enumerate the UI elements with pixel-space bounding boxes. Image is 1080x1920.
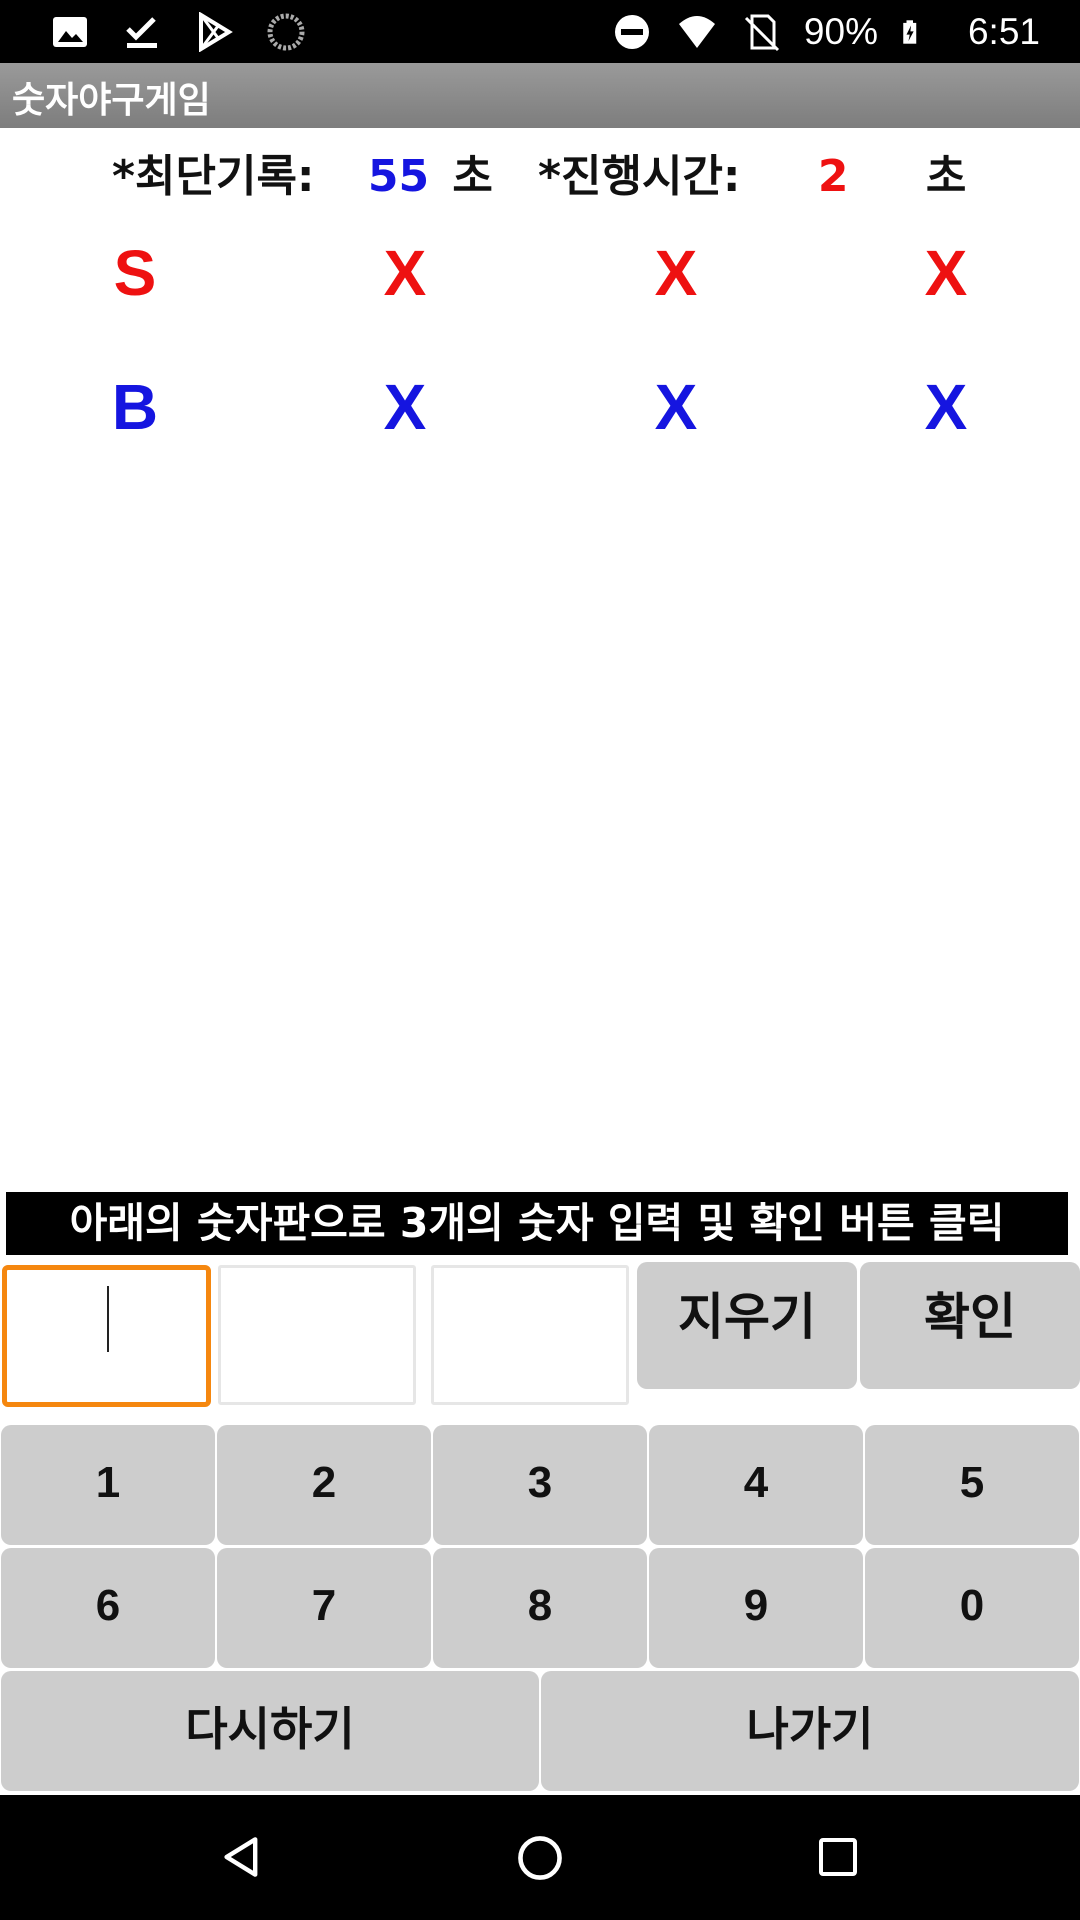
sync-icon	[267, 13, 305, 51]
key-1[interactable]: 1	[1, 1425, 215, 1545]
elapsed-time-unit: 초	[925, 151, 967, 202]
key-4[interactable]: 4	[649, 1425, 863, 1545]
key-2[interactable]: 2	[217, 1425, 431, 1545]
best-record: *최단기록: 55 초	[112, 140, 493, 204]
recents-icon[interactable]	[818, 1837, 858, 1877]
key-9[interactable]: 9	[649, 1548, 863, 1668]
status-bar-right: 90% 6:51	[612, 0, 1040, 63]
home-icon[interactable]	[517, 1835, 563, 1881]
battery-charging-icon	[903, 19, 917, 44]
app-title-bar: 숫자야구게임	[0, 63, 1080, 128]
back-icon[interactable]	[220, 1835, 264, 1879]
wifi-icon	[678, 15, 715, 48]
no-sim-icon	[744, 14, 779, 51]
gallery-icon	[53, 17, 87, 47]
elapsed-time-value: 2	[817, 151, 849, 202]
key-5[interactable]: 5	[865, 1425, 1079, 1545]
best-record-unit: 초	[452, 151, 493, 202]
best-record-value: 55	[367, 151, 430, 202]
status-time: 6:51	[967, 10, 1040, 52]
digit-input-3[interactable]	[431, 1265, 629, 1405]
play-store-icon	[199, 12, 233, 52]
strike-mark-2: X	[654, 237, 698, 309]
download-done-icon	[126, 17, 157, 48]
navigation-bar	[0, 1795, 1080, 1920]
key-0[interactable]: 0	[865, 1548, 1079, 1668]
confirm-button[interactable]: 확인	[860, 1262, 1080, 1389]
strike-mark-3: X	[924, 237, 968, 309]
digit-input-1[interactable]	[2, 1265, 211, 1407]
text-cursor	[107, 1286, 109, 1352]
ball-mark-2: X	[654, 371, 698, 443]
strike-mark-1: X	[383, 237, 427, 309]
status-bar-left	[50, 12, 306, 52]
instruction-banner: 아래의 숫자판으로 3개의 숫자 입력 및 확인 버튼 클릭	[6, 1192, 1068, 1255]
digit-input-2[interactable]	[218, 1265, 416, 1405]
exit-button[interactable]: 나가기	[541, 1671, 1079, 1791]
dnd-icon	[614, 14, 649, 49]
screen: 90% 6:51 숫자야구게임 *최단기록: 55 초 *진행시간: 2 초 S…	[0, 0, 1080, 1920]
strike-label: S	[113, 237, 157, 309]
elapsed-time-label: *진행시간:	[538, 151, 741, 202]
ball-mark-1: X	[383, 371, 427, 443]
best-record-label: *최단기록:	[112, 151, 315, 202]
ball-label: B	[111, 371, 159, 443]
elapsed-time: *진행시간: 2 초	[538, 140, 966, 204]
app-title: 숫자야구게임	[12, 80, 211, 121]
status-bar: 90% 6:51	[0, 0, 1080, 63]
clear-button[interactable]: 지우기	[637, 1262, 857, 1389]
key-8[interactable]: 8	[433, 1548, 647, 1668]
ball-mark-3: X	[924, 371, 968, 443]
key-3[interactable]: 3	[433, 1425, 647, 1545]
battery-percent: 90%	[803, 10, 878, 52]
key-6[interactable]: 6	[1, 1548, 215, 1668]
restart-button[interactable]: 다시하기	[1, 1671, 539, 1791]
key-7[interactable]: 7	[217, 1548, 431, 1668]
